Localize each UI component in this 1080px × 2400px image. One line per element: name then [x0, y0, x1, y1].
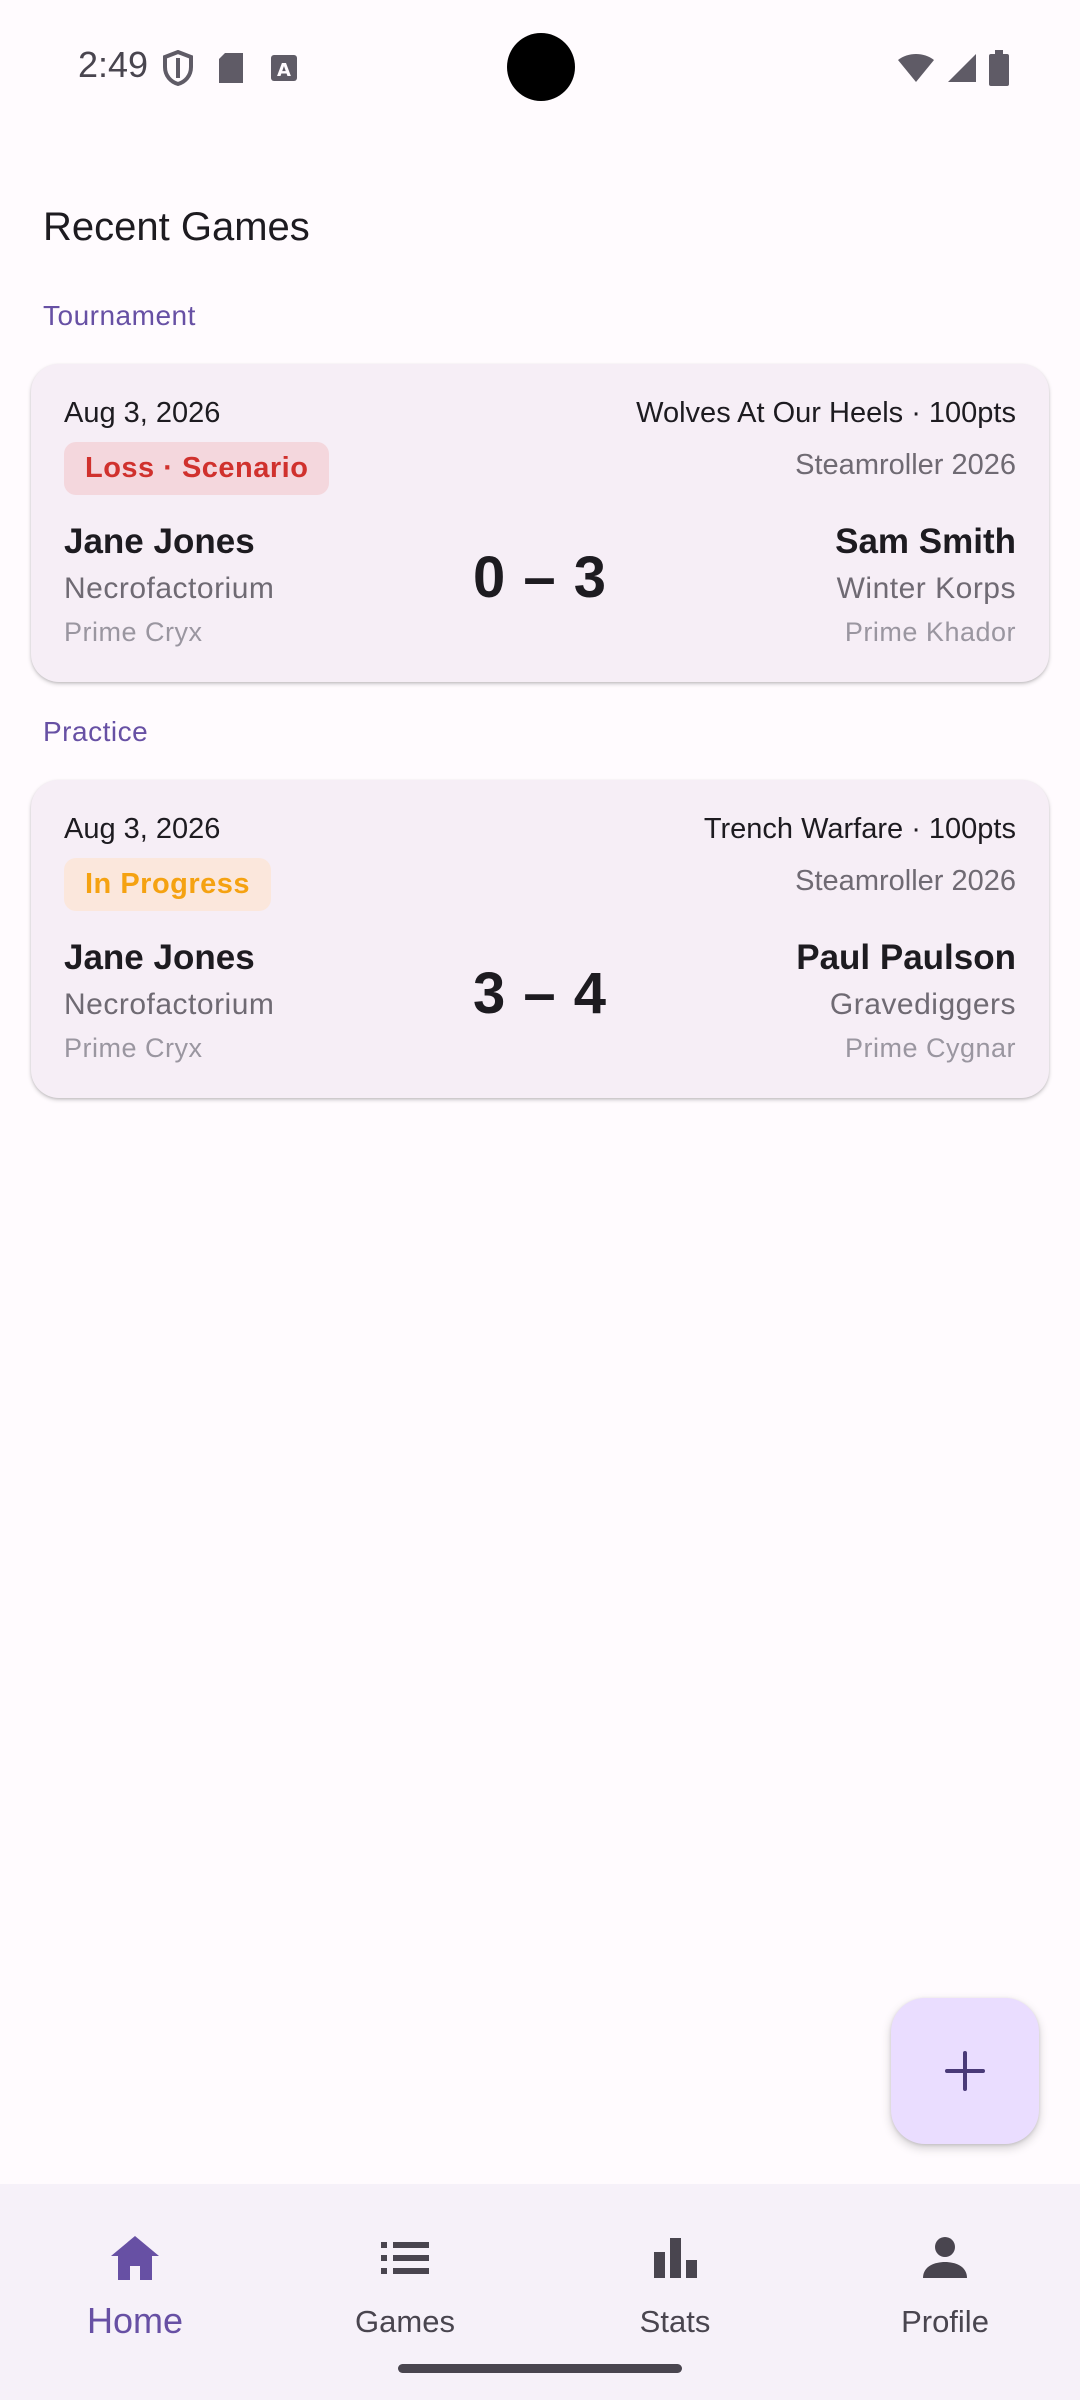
player2-faction: Prime Khador: [844, 617, 1016, 647]
screen: 2:49 A Recent Games Tournament Aug 3, 20…: [0, 0, 1080, 2400]
shield-icon: [163, 50, 193, 86]
list-icon: [375, 2228, 435, 2288]
player1-faction: Prime Cryx: [64, 1033, 203, 1063]
game-card[interactable]: Aug 3, 2026 Trench Warfare · 100pts In P…: [31, 780, 1049, 1098]
cellular-signal-icon: [948, 54, 976, 82]
player2-faction: Prime Cygnar: [844, 1033, 1016, 1063]
player2-name: Sam Smith: [835, 522, 1016, 561]
person-icon: [915, 2228, 975, 2288]
nav-item-games[interactable]: Games: [270, 2208, 540, 2358]
svg-text:A: A: [277, 60, 291, 81]
battery-icon: [989, 50, 1009, 86]
nav-label: Home: [86, 2300, 184, 2341]
game-mission: Trench Warfare · 100pts: [703, 813, 1016, 845]
nav-item-stats[interactable]: Stats: [540, 2208, 810, 2358]
player2-army: Gravediggers: [829, 988, 1016, 1021]
status-badge: In Progress: [64, 858, 272, 911]
game-event: Steamroller 2026: [795, 865, 1016, 897]
player1-faction: Prime Cryx: [64, 617, 203, 647]
player2-army: Winter Korps: [836, 572, 1016, 605]
game-card[interactable]: Aug 3, 2026 Wolves At Our Heels · 100pts…: [31, 364, 1049, 682]
status-notification-icons: A: [163, 50, 299, 86]
status-time: 2:49: [78, 44, 149, 85]
text-app-icon: A: [271, 55, 297, 81]
home-icon: [105, 2228, 165, 2288]
add-game-button[interactable]: [891, 1998, 1039, 2144]
status-badge: Loss · Scenario: [64, 442, 330, 495]
bar-chart-icon: [645, 2228, 705, 2288]
section-label-practice: Practice: [43, 716, 149, 747]
plus-icon: [945, 2051, 985, 2091]
section-label-tournament: Tournament: [43, 300, 196, 331]
game-event: Steamroller 2026: [795, 449, 1016, 481]
game-mission: Wolves At Our Heels · 100pts: [636, 397, 1016, 429]
gesture-handle[interactable]: [398, 2364, 682, 2373]
status-bar: 2:49 A: [0, 0, 1080, 135]
wifi-icon: [898, 54, 934, 82]
sd-card-icon: [219, 53, 243, 83]
nav-item-profile[interactable]: Profile: [810, 2208, 1080, 2358]
nav-label: Games: [355, 2304, 455, 2339]
camera-cutout: [507, 33, 575, 101]
game-date: Aug 3, 2026: [64, 397, 221, 429]
nav-item-home[interactable]: Home: [0, 2208, 270, 2358]
nav-label: Profile: [901, 2304, 989, 2339]
page-title: Recent Games: [43, 205, 310, 249]
player2-name: Paul Paulson: [796, 938, 1016, 977]
game-date: Aug 3, 2026: [64, 813, 221, 845]
status-system-icons: [896, 50, 1010, 86]
nav-label: Stats: [639, 2304, 711, 2339]
